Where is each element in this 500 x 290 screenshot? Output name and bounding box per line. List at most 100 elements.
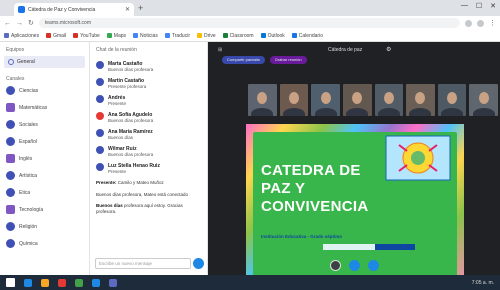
chat-note: Buenos días profesora, Mateo está conect… — [90, 189, 207, 201]
participant-video-tile[interactable] — [437, 84, 467, 116]
bookmark-label: Aplicaciones — [11, 32, 40, 39]
settings-gear-icon[interactable]: ⚙ — [386, 46, 391, 53]
taskbar-app-icon[interactable] — [41, 278, 49, 287]
meeting-chip-button[interactable]: Grabar reunión — [269, 56, 307, 64]
bookmark-icon — [46, 33, 52, 38]
sidebar-channel-item[interactable]: Tecnología — [0, 201, 89, 218]
windows-start-icon[interactable] — [6, 278, 15, 287]
sidebar-channel-item[interactable]: Química — [0, 235, 89, 252]
sidebar-channel-item[interactable]: Artística — [0, 167, 89, 184]
sidebar-channel-item[interactable]: Ciencias — [0, 82, 89, 99]
slide-title: CATEDRA DE PAZ Y CONVIVENCIA — [261, 162, 368, 216]
bookmark-item[interactable]: Outlook — [260, 33, 285, 39]
teams-sidebar: Equipos General Canales Ciencias Matemáti… — [0, 42, 90, 275]
url-field[interactable]: teams.microsoft.com — [38, 18, 460, 28]
bookmark-icon — [4, 33, 9, 38]
profile-avatar-icon[interactable] — [477, 19, 484, 27]
channel-list: Ciencias Matemáticas Sociales Español Inglés… — [0, 82, 89, 252]
meeting-chip-button[interactable]: Compartir pantalla — [222, 56, 265, 64]
channel-label: Ciencias — [19, 87, 39, 94]
chat-header: Chat de la reunión — [96, 47, 137, 53]
sidebar-channel-item[interactable]: Español — [0, 133, 89, 150]
bookmark-item[interactable]: Traducir — [164, 33, 190, 39]
browser-tab[interactable]: Cátedra de Paz y Convivencia ✕ — [14, 3, 134, 16]
chat-message: Ana María Ramírez Buenos días — [90, 126, 207, 143]
participant-video-tile[interactable] — [248, 84, 277, 116]
channel-avatar — [6, 188, 15, 197]
bookmark-item[interactable]: Drive — [196, 33, 216, 39]
bookmark-icon — [164, 33, 170, 38]
participant-video-tile[interactable] — [311, 84, 340, 116]
bookmark-item[interactable]: Noticias — [133, 33, 158, 39]
bookmark-item[interactable]: Aplicaciones — [4, 33, 39, 39]
maximize-icon[interactable]: ☐ — [476, 2, 482, 10]
send-button[interactable] — [193, 258, 204, 269]
browser-tab-bar: Cátedra de Paz y Convivencia ✕ + — ☐ ✕ — [0, 0, 500, 16]
new-tab-button[interactable]: + — [138, 3, 143, 13]
chat-note-text: Buenos días profesora, Mateo está conect… — [96, 191, 189, 197]
meeting-chat-panel: Chat de la reunión Marta Castaño Buenos d… — [90, 42, 208, 275]
bookmark-item[interactable]: YouTube — [73, 33, 100, 39]
chat-compose-input[interactable]: Escribe un nuevo mensaje — [95, 258, 191, 269]
sidebar-item-general[interactable]: General — [4, 56, 85, 68]
chat-message-text: Presente — [108, 101, 127, 106]
back-arrow-icon[interactable]: ← — [4, 20, 11, 27]
bookmark-label: Classroom — [229, 32, 254, 39]
chat-message-body: Martín Castaño Presente profesora — [108, 78, 146, 89]
taskbar-app-icon[interactable] — [58, 278, 66, 287]
sidebar-channel-item[interactable]: Religión — [0, 218, 89, 235]
close-window-icon[interactable]: ✕ — [490, 2, 496, 10]
chat-message-list: Marta Castaño Buenos días profesora Martín… — [90, 58, 207, 177]
bookmark-item[interactable]: Maps — [106, 32, 127, 39]
participant-video-tile[interactable] — [374, 84, 404, 116]
forward-arrow-icon[interactable]: → — [16, 20, 23, 27]
taskbar-app-icon[interactable] — [92, 278, 100, 287]
browser-menu-icon[interactable]: ⋮ — [489, 19, 496, 27]
participant-video-tile[interactable] — [342, 84, 372, 116]
sidebar-channel-item[interactable]: Ética — [0, 184, 89, 201]
microphone-button[interactable] — [349, 260, 360, 271]
chat-message: Ana Sofía Agudelo Buenos días profesora — [90, 109, 207, 126]
participant-video-tile[interactable] — [279, 84, 309, 116]
bookmarks-bar: Aplicaciones Gmail YouTube Maps Noticias Trad… — [0, 30, 500, 42]
meeting-info-icon[interactable]: ⊞ — [218, 47, 222, 53]
chat-message-body: Ana Sofía Agudelo Buenos días profesora — [108, 112, 153, 123]
chat-note-bold: Presente: — [96, 180, 117, 185]
participant-video-tile[interactable] — [469, 84, 498, 116]
channel-avatar — [6, 171, 15, 180]
taskbar-app-icon[interactable] — [75, 278, 83, 287]
participant-head — [257, 92, 268, 104]
bookmark-label: Maps — [113, 32, 127, 39]
share-button[interactable] — [368, 260, 379, 271]
camera-button[interactable] — [330, 260, 341, 271]
minimize-icon[interactable]: — — [461, 2, 468, 10]
channel-avatar — [6, 205, 15, 214]
chat-message-text: Presente — [108, 169, 127, 174]
sidebar-channel-item[interactable]: Sociales — [0, 116, 89, 133]
user-avatar — [96, 95, 104, 103]
close-tab-icon[interactable]: ✕ — [125, 6, 130, 13]
channel-avatar — [6, 222, 15, 231]
taskbar-app-icon[interactable] — [24, 278, 32, 287]
participant-shoulders — [282, 108, 305, 116]
bookmark-label: YouTube — [80, 32, 100, 39]
bookmark-item[interactable]: Calendario — [291, 33, 323, 39]
slide-title-line: CONVIVENCIA — [261, 198, 369, 215]
participant-head — [288, 92, 299, 104]
taskbar-app-icon[interactable] — [109, 278, 117, 287]
channel-label: Tecnología — [19, 206, 44, 213]
chat-note-text: Camilo y Mateo Muñoz — [117, 180, 164, 185]
peace-logo-icon — [385, 135, 451, 181]
address-bar-row: ← → ↻ teams.microsoft.com ⋮ — [0, 16, 500, 30]
reload-icon[interactable]: ↻ — [28, 19, 34, 27]
bookmark-item[interactable]: Classroom — [222, 32, 254, 39]
participant-video-tile[interactable] — [406, 84, 435, 116]
channel-label: Química — [19, 240, 38, 247]
chat-message: Martín Castaño Presente profesora — [90, 75, 207, 92]
extension-icon[interactable] — [465, 19, 472, 27]
bookmark-item[interactable]: Gmail — [46, 33, 66, 39]
sidebar-channel-item[interactable]: Matemáticas — [0, 99, 89, 116]
bookmark-icon — [106, 33, 112, 38]
bookmark-icon — [133, 33, 139, 38]
sidebar-channel-item[interactable]: Inglés — [0, 150, 89, 167]
